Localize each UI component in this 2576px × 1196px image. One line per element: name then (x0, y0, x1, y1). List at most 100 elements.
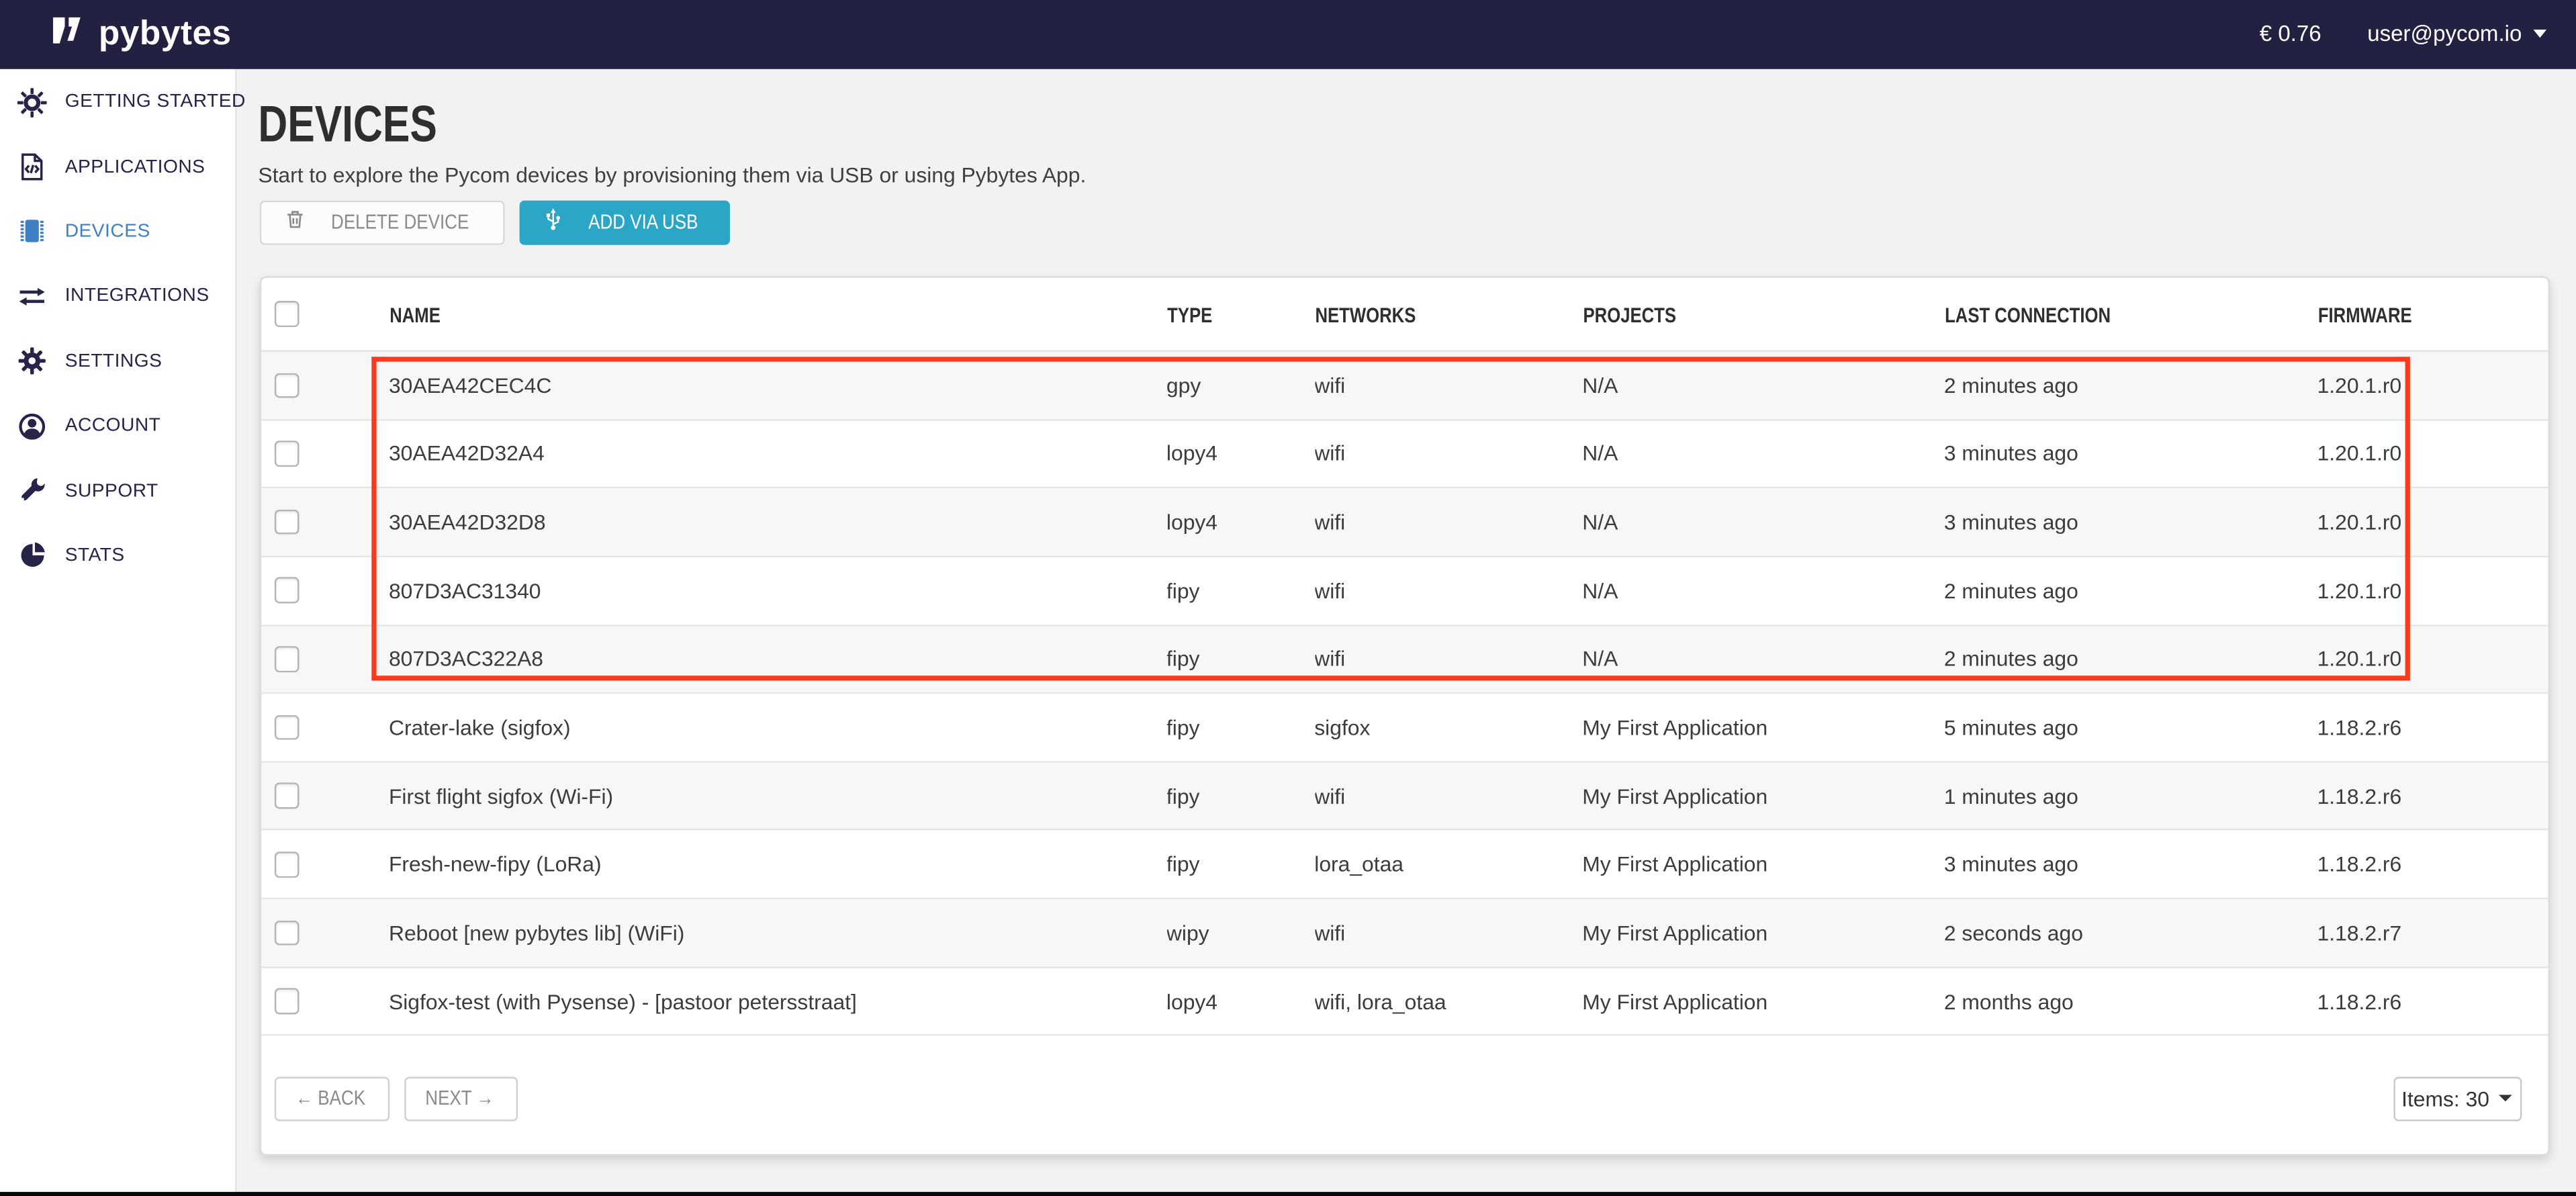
back-button[interactable]: ← BACK (274, 1076, 389, 1120)
row-checkbox[interactable] (274, 715, 300, 740)
row-checkbox[interactable] (274, 510, 300, 535)
cell-name: 30AEA42D32D8 (389, 510, 1166, 535)
brand-logo[interactable]: pybytes (49, 14, 231, 54)
pycom-logo-icon (49, 14, 85, 54)
cell-last_connection: 3 minutes ago (1944, 510, 2317, 535)
usb-icon (541, 208, 566, 237)
cell-last_connection: 3 minutes ago (1944, 441, 2317, 466)
cell-type: wipy (1166, 921, 1314, 946)
column-header: NETWORKS (1314, 302, 1582, 326)
trash-icon (283, 210, 305, 236)
user-menu[interactable]: user@pycom.io (2367, 21, 2546, 46)
items-per-page-label: Items: 30 (2401, 1086, 2489, 1111)
sidebar-item-label: INTEGRATIONS (65, 287, 210, 306)
cell-projects: N/A (1582, 441, 1944, 466)
sidebar-item-applications[interactable]: APPLICATIONS (0, 134, 234, 199)
column-header: PROJECTS (1582, 302, 1944, 326)
sidebar-item-getting-started[interactable]: GETTING STARTED (0, 70, 234, 134)
table-row[interactable]: 807D3AC31340fipywifiN/A2 minutes ago1.20… (261, 557, 2548, 626)
sidebar: GETTING STARTED APPLICATIONS DEVICES INTEGR… (0, 68, 236, 1196)
sidebar-item-stats[interactable]: STATS (0, 523, 234, 588)
cell-name: Fresh-new-fipy (LoRa) (389, 852, 1166, 877)
sidebar-item-label: DEVICES (65, 222, 150, 241)
row-checkbox[interactable] (274, 783, 300, 809)
wrench-icon (15, 475, 47, 507)
table-row[interactable]: Fresh-new-fipy (LoRa)fipylora_otaaMy Fir… (261, 831, 2548, 899)
page-title: DEVICES (258, 95, 481, 154)
add-via-usb-label: ADD VIA USB (588, 211, 698, 234)
cell-networks: wifi (1314, 441, 1582, 466)
table-row[interactable]: Sigfox-test (with Pysense) - [pastoor pe… (261, 968, 2548, 1036)
user-email: user@pycom.io (2367, 21, 2522, 46)
cell-firmware: 1.20.1.r0 (2317, 510, 2548, 535)
table-row[interactable]: 30AEA42D32A4lopy4wifiN/A3 minutes ago1.2… (261, 420, 2548, 489)
table-row[interactable]: Crater-lake (sigfox)fipysigfoxMy First A… (261, 694, 2548, 763)
column-header: LAST CONNECTION (1944, 302, 2317, 326)
sidebar-item-label: STATS (65, 546, 125, 565)
window-bottom-edge (0, 1191, 2576, 1196)
cell-last_connection: 5 minutes ago (1944, 715, 2317, 740)
row-checkbox[interactable] (274, 441, 300, 467)
column-header: NAME (389, 302, 1166, 326)
row-checkbox[interactable] (274, 920, 300, 946)
pie-chart-icon (15, 540, 47, 571)
cell-firmware: 1.20.1.r0 (2317, 441, 2548, 466)
table-row[interactable]: 30AEA42CEC4CgpywifiN/A2 minutes ago1.20.… (261, 352, 2548, 420)
delete-device-label: DELETE DEVICE (330, 211, 468, 234)
sidebar-item-settings[interactable]: SETTINGS (0, 329, 234, 394)
next-button[interactable]: NEXT → (404, 1076, 517, 1120)
cell-firmware: 1.20.1.r0 (2317, 647, 2548, 672)
cell-last_connection: 2 minutes ago (1944, 373, 2317, 398)
cell-projects: N/A (1582, 578, 1944, 603)
cell-type: lopy4 (1166, 510, 1314, 535)
topbar: pybytes € 0.76 user@pycom.io (0, 0, 2576, 68)
sidebar-item-label: APPLICATIONS (65, 157, 205, 177)
sidebar-item-support[interactable]: SUPPORT (0, 459, 234, 523)
row-checkbox[interactable] (274, 373, 300, 398)
sidebar-nav: GETTING STARTED APPLICATIONS DEVICES INTEGR… (0, 68, 234, 588)
cell-networks: sigfox (1314, 715, 1582, 740)
cell-projects: My First Application (1582, 784, 1944, 809)
cell-type: gpy (1166, 373, 1314, 398)
sidebar-item-account[interactable]: ACCOUNT (0, 394, 234, 458)
select-all-checkbox[interactable] (274, 302, 300, 327)
table-row[interactable]: 30AEA42D32D8lopy4wifiN/A3 minutes ago1.2… (261, 489, 2548, 557)
cell-name: First flight sigfox (Wi-Fi) (389, 784, 1166, 809)
row-checkbox[interactable] (274, 578, 300, 603)
sidebar-item-integrations[interactable]: INTEGRATIONS (0, 264, 234, 328)
page-description: Start to explore the Pycom devices by pr… (258, 163, 1086, 187)
row-checkbox[interactable] (274, 852, 300, 877)
arrows-exchange-icon (15, 281, 47, 312)
toolbar: DELETE DEVICE ADD VIA USB (259, 199, 730, 244)
brand-name: pybytes (99, 14, 232, 54)
cell-networks: wifi (1314, 373, 1582, 398)
cell-name: 807D3AC31340 (389, 578, 1166, 603)
add-via-usb-button[interactable]: ADD VIA USB (520, 199, 729, 244)
user-icon (15, 410, 47, 442)
cell-name: Sigfox-test (with Pysense) - [pastoor pe… (389, 989, 1166, 1014)
cell-projects: N/A (1582, 373, 1944, 398)
table-row[interactable]: Reboot [new pybytes lib] (WiFi)wipywifiM… (261, 899, 2548, 968)
sidebar-item-devices[interactable]: DEVICES (0, 199, 234, 264)
cell-last_connection: 2 minutes ago (1944, 578, 2317, 603)
cell-type: fipy (1166, 852, 1314, 877)
table-rows: 30AEA42CEC4CgpywifiN/A2 minutes ago1.20.… (261, 352, 2548, 1036)
cell-firmware: 1.20.1.r0 (2317, 373, 2548, 398)
items-per-page-dropdown[interactable]: Items: 30 (2393, 1076, 2521, 1120)
cell-projects: My First Application (1582, 989, 1944, 1014)
cell-name: Reboot [new pybytes lib] (WiFi) (389, 921, 1166, 946)
row-checkbox[interactable] (274, 646, 300, 672)
cell-type: fipy (1166, 715, 1314, 740)
delete-device-button[interactable]: DELETE DEVICE (259, 199, 505, 244)
cell-firmware: 1.18.2.r6 (2317, 784, 2548, 809)
sidebar-item-label: GETTING STARTED (65, 93, 246, 112)
gear-icon (15, 346, 47, 377)
cell-networks: lora_otaa (1314, 852, 1582, 877)
row-checkbox[interactable] (274, 988, 300, 1014)
table-row[interactable]: 807D3AC322A8fipywifiN/A2 minutes ago1.20… (261, 626, 2548, 694)
cell-name: 807D3AC322A8 (389, 647, 1166, 672)
cell-type: fipy (1166, 647, 1314, 672)
cell-last_connection: 2 months ago (1944, 989, 2317, 1014)
cell-type: lopy4 (1166, 441, 1314, 466)
table-row[interactable]: First flight sigfox (Wi-Fi)fipywifiMy Fi… (261, 763, 2548, 831)
